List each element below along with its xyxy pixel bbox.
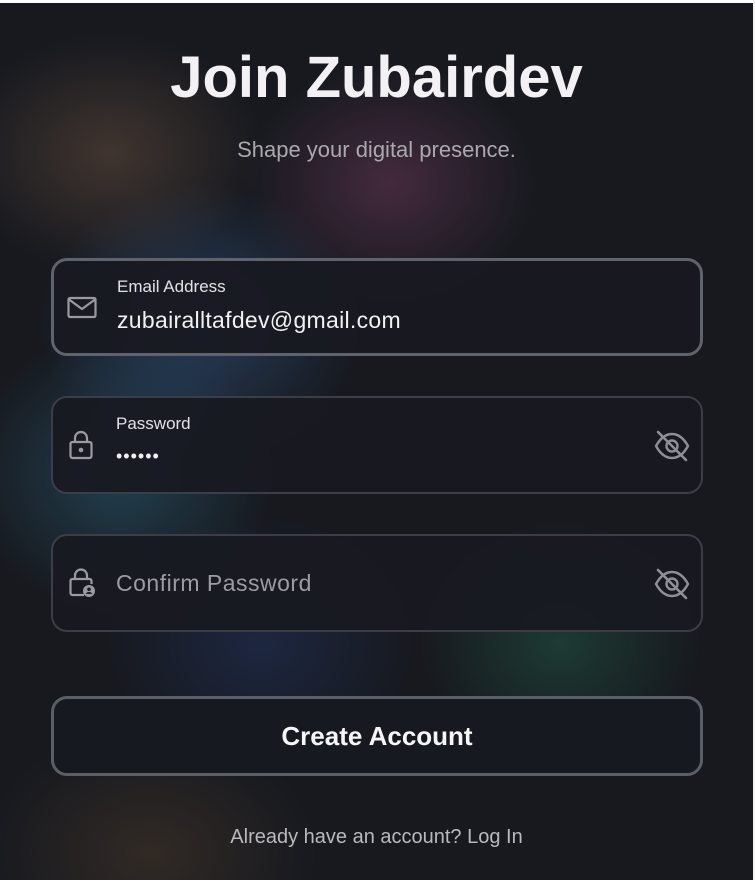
page-title: Join Zubairdev bbox=[170, 45, 583, 110]
lock-person-icon bbox=[65, 566, 97, 598]
login-link[interactable]: Log In bbox=[467, 826, 523, 848]
confirm-password-field[interactable] bbox=[51, 534, 703, 632]
page-subtitle: Shape your digital presence. bbox=[237, 137, 516, 162]
eye-off-icon[interactable] bbox=[653, 566, 691, 602]
create-account-button[interactable]: Create Account bbox=[51, 696, 703, 776]
email-field[interactable]: Email Address zubairalltafdev@gmail.com bbox=[51, 258, 703, 356]
mail-icon bbox=[66, 291, 98, 323]
lock-icon bbox=[65, 428, 97, 460]
password-field[interactable]: Password •••••• bbox=[51, 396, 703, 494]
login-prompt-text: Already have an account? bbox=[230, 826, 468, 848]
eye-off-icon[interactable] bbox=[653, 428, 691, 464]
password-field-value[interactable]: •••••• bbox=[116, 446, 160, 467]
password-field-label: Password bbox=[116, 414, 191, 433]
signup-screen: Join Zubairdev Shape your digital presen… bbox=[0, 0, 755, 880]
confirm-password-input[interactable] bbox=[116, 564, 636, 602]
email-field-label: Email Address bbox=[117, 277, 226, 296]
login-prompt: Already have an account? Log In bbox=[0, 826, 753, 849]
email-field-value[interactable]: zubairalltafdev@gmail.com bbox=[117, 307, 401, 334]
